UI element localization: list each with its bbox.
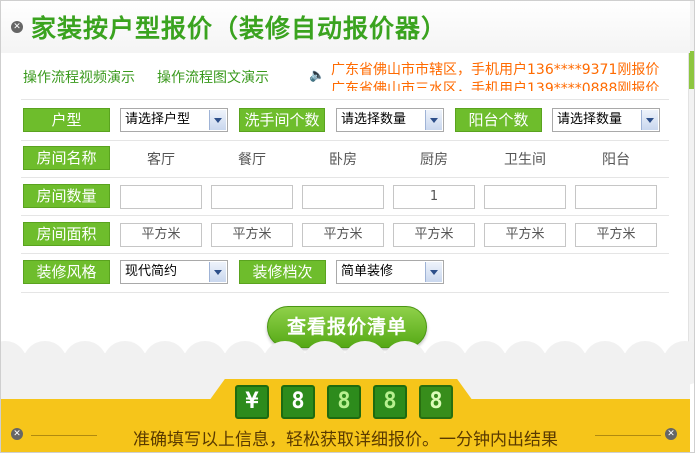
room-count-input[interactable] <box>120 185 202 209</box>
house-type-label: 户型 <box>23 108 110 132</box>
room-count-input[interactable] <box>575 185 657 209</box>
bathroom-count-label: 洗手间个数 <box>239 108 325 132</box>
links-row: 操作流程视频演示 操作流程图文演示 🔈 广东省佛山市市辖区，手机用户136***… <box>23 62 663 91</box>
chevron-down-icon <box>209 262 226 282</box>
room-name: 卧房 <box>329 152 357 168</box>
divider <box>21 140 669 141</box>
price-digit: 8 <box>327 385 361 419</box>
video-demo-link[interactable]: 操作流程视频演示 <box>23 67 135 87</box>
ticker-line: 广东省佛山市三水区，手机用户139****0888刚报价 <box>331 81 660 91</box>
room-count-input[interactable] <box>484 185 566 209</box>
footer-message: 准确填写以上信息，轻松获取详细报价。一分钟内出结果 <box>133 430 558 450</box>
room-area-input[interactable]: 平方米 <box>211 223 293 247</box>
chevron-down-icon <box>209 110 226 130</box>
room-name: 客厅 <box>147 152 175 168</box>
scallop-edge <box>1 341 694 385</box>
chevron-down-icon <box>425 110 442 130</box>
room-name: 厨房 <box>420 152 448 168</box>
room-count-label: 房间数量 <box>23 184 110 208</box>
price-digit: 8 <box>281 385 315 419</box>
bathroom-count-value: 请选择数量 <box>341 112 407 127</box>
house-type-select[interactable]: 请选择户型 <box>120 108 228 132</box>
room-count-input[interactable]: 1 <box>393 185 475 209</box>
divider <box>21 215 669 216</box>
balcony-count-select[interactable]: 请选择数量 <box>552 108 660 132</box>
house-type-value: 请选择户型 <box>125 112 191 127</box>
room-count-input[interactable] <box>302 185 384 209</box>
decor-style-select[interactable]: 现代简约 <box>120 260 228 284</box>
room-name: 餐厅 <box>238 152 266 168</box>
room-area-label: 房间面积 <box>23 222 110 246</box>
room-area-input[interactable]: 平方米 <box>302 223 384 247</box>
price-digit: 8 <box>373 385 407 419</box>
room-area-input[interactable]: 平方米 <box>575 223 657 247</box>
header: ✕ 家装按户型报价（装修自动报价器） <box>1 1 690 53</box>
divider <box>21 99 669 100</box>
chevron-down-icon <box>425 262 442 282</box>
chevron-down-icon <box>641 110 658 130</box>
image-demo-link[interactable]: 操作流程图文演示 <box>157 67 269 87</box>
balcony-count-label: 阳台个数 <box>455 108 542 132</box>
scroll-mark <box>689 51 694 89</box>
decor-style-value: 现代简约 <box>125 264 178 279</box>
close-icon[interactable]: ✕ <box>665 428 677 440</box>
decor-grade-label: 装修档次 <box>239 260 326 284</box>
room-area-input[interactable]: 平方米 <box>484 223 566 247</box>
currency-digit: ¥ <box>235 385 269 419</box>
room-area-input[interactable]: 平方米 <box>393 223 475 247</box>
room-name: 卫生间 <box>504 152 546 168</box>
divider <box>21 292 669 293</box>
room-area-input[interactable]: 平方米 <box>120 223 202 247</box>
quote-widget: ✕ 家装按户型报价（装修自动报价器） 操作流程视频演示 操作流程图文演示 🔈 广… <box>0 0 695 453</box>
close-icon[interactable]: ✕ <box>11 428 23 440</box>
decor-grade-value: 简单装修 <box>341 264 394 279</box>
ticker-line: 广东省佛山市市辖区，手机用户136****9371刚报价 <box>331 62 660 78</box>
divider <box>21 177 669 178</box>
quote-ticker: 广东省佛山市市辖区，手机用户136****9371刚报价 广东省佛山市三水区，手… <box>331 61 683 91</box>
room-count-input[interactable] <box>211 185 293 209</box>
close-icon[interactable]: ✕ <box>11 21 23 33</box>
page-title: 家装按户型报价（装修自动报价器） <box>31 14 448 43</box>
divider <box>21 253 669 254</box>
scroll-strip <box>688 1 694 381</box>
decor-style-label: 装修风格 <box>23 260 110 284</box>
decor-grade-select[interactable]: 简单装修 <box>336 260 444 284</box>
bathroom-count-select[interactable]: 请选择数量 <box>336 108 444 132</box>
balcony-count-value: 请选择数量 <box>557 112 623 127</box>
speaker-icon: 🔈 <box>309 68 326 83</box>
room-name: 阳台 <box>602 152 630 168</box>
price-digit: 8 <box>419 385 453 419</box>
room-name-label: 房间名称 <box>23 146 110 170</box>
